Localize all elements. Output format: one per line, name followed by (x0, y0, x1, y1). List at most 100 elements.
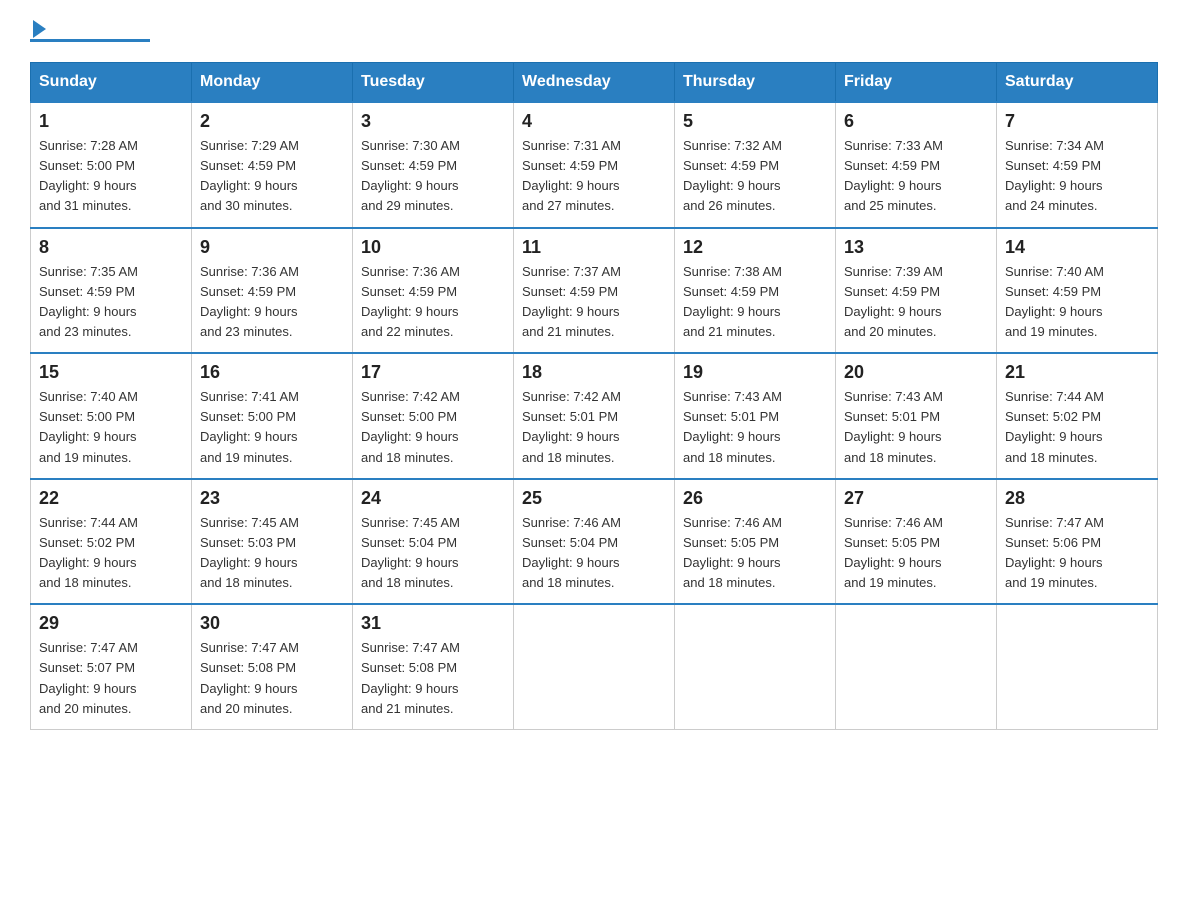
calendar-cell: 7 Sunrise: 7:34 AMSunset: 4:59 PMDayligh… (997, 102, 1158, 228)
calendar-table: SundayMondayTuesdayWednesdayThursdayFrid… (30, 62, 1158, 730)
day-number: 16 (200, 362, 344, 383)
day-info: Sunrise: 7:45 AMSunset: 5:03 PMDaylight:… (200, 513, 344, 594)
calendar-cell (836, 604, 997, 729)
calendar-cell: 13 Sunrise: 7:39 AMSunset: 4:59 PMDaylig… (836, 228, 997, 354)
day-number: 11 (522, 237, 666, 258)
day-info: Sunrise: 7:38 AMSunset: 4:59 PMDaylight:… (683, 262, 827, 343)
logo-triangle-icon (33, 20, 46, 38)
calendar-cell: 31 Sunrise: 7:47 AMSunset: 5:08 PMDaylig… (353, 604, 514, 729)
day-info: Sunrise: 7:40 AMSunset: 5:00 PMDaylight:… (39, 387, 183, 468)
col-header-friday: Friday (836, 63, 997, 103)
col-header-wednesday: Wednesday (514, 63, 675, 103)
day-info: Sunrise: 7:35 AMSunset: 4:59 PMDaylight:… (39, 262, 183, 343)
col-header-thursday: Thursday (675, 63, 836, 103)
day-number: 7 (1005, 111, 1149, 132)
day-info: Sunrise: 7:47 AMSunset: 5:06 PMDaylight:… (1005, 513, 1149, 594)
day-info: Sunrise: 7:44 AMSunset: 5:02 PMDaylight:… (39, 513, 183, 594)
calendar-week-row: 8 Sunrise: 7:35 AMSunset: 4:59 PMDayligh… (31, 228, 1158, 354)
calendar-week-row: 29 Sunrise: 7:47 AMSunset: 5:07 PMDaylig… (31, 604, 1158, 729)
day-number: 18 (522, 362, 666, 383)
day-number: 26 (683, 488, 827, 509)
day-number: 6 (844, 111, 988, 132)
day-number: 25 (522, 488, 666, 509)
calendar-cell: 6 Sunrise: 7:33 AMSunset: 4:59 PMDayligh… (836, 102, 997, 228)
logo (30, 20, 150, 42)
day-number: 27 (844, 488, 988, 509)
calendar-week-row: 1 Sunrise: 7:28 AMSunset: 5:00 PMDayligh… (31, 102, 1158, 228)
day-number: 19 (683, 362, 827, 383)
day-info: Sunrise: 7:36 AMSunset: 4:59 PMDaylight:… (200, 262, 344, 343)
calendar-cell: 14 Sunrise: 7:40 AMSunset: 4:59 PMDaylig… (997, 228, 1158, 354)
calendar-week-row: 15 Sunrise: 7:40 AMSunset: 5:00 PMDaylig… (31, 353, 1158, 479)
calendar-cell: 27 Sunrise: 7:46 AMSunset: 5:05 PMDaylig… (836, 479, 997, 605)
calendar-cell: 18 Sunrise: 7:42 AMSunset: 5:01 PMDaylig… (514, 353, 675, 479)
col-header-tuesday: Tuesday (353, 63, 514, 103)
calendar-cell: 25 Sunrise: 7:46 AMSunset: 5:04 PMDaylig… (514, 479, 675, 605)
day-number: 17 (361, 362, 505, 383)
day-info: Sunrise: 7:47 AMSunset: 5:08 PMDaylight:… (361, 638, 505, 719)
day-number: 8 (39, 237, 183, 258)
day-number: 4 (522, 111, 666, 132)
calendar-cell: 10 Sunrise: 7:36 AMSunset: 4:59 PMDaylig… (353, 228, 514, 354)
day-number: 10 (361, 237, 505, 258)
day-info: Sunrise: 7:29 AMSunset: 4:59 PMDaylight:… (200, 136, 344, 217)
calendar-cell (514, 604, 675, 729)
col-header-sunday: Sunday (31, 63, 192, 103)
day-info: Sunrise: 7:34 AMSunset: 4:59 PMDaylight:… (1005, 136, 1149, 217)
day-info: Sunrise: 7:46 AMSunset: 5:05 PMDaylight:… (844, 513, 988, 594)
calendar-cell: 15 Sunrise: 7:40 AMSunset: 5:00 PMDaylig… (31, 353, 192, 479)
calendar-cell: 21 Sunrise: 7:44 AMSunset: 5:02 PMDaylig… (997, 353, 1158, 479)
day-info: Sunrise: 7:39 AMSunset: 4:59 PMDaylight:… (844, 262, 988, 343)
day-info: Sunrise: 7:42 AMSunset: 5:01 PMDaylight:… (522, 387, 666, 468)
day-info: Sunrise: 7:46 AMSunset: 5:05 PMDaylight:… (683, 513, 827, 594)
day-number: 13 (844, 237, 988, 258)
calendar-cell: 11 Sunrise: 7:37 AMSunset: 4:59 PMDaylig… (514, 228, 675, 354)
calendar-cell: 1 Sunrise: 7:28 AMSunset: 5:00 PMDayligh… (31, 102, 192, 228)
day-number: 22 (39, 488, 183, 509)
calendar-cell (675, 604, 836, 729)
calendar-cell: 17 Sunrise: 7:42 AMSunset: 5:00 PMDaylig… (353, 353, 514, 479)
day-info: Sunrise: 7:33 AMSunset: 4:59 PMDaylight:… (844, 136, 988, 217)
page-header (30, 20, 1158, 42)
day-number: 12 (683, 237, 827, 258)
calendar-cell: 8 Sunrise: 7:35 AMSunset: 4:59 PMDayligh… (31, 228, 192, 354)
day-info: Sunrise: 7:37 AMSunset: 4:59 PMDaylight:… (522, 262, 666, 343)
day-number: 23 (200, 488, 344, 509)
day-info: Sunrise: 7:43 AMSunset: 5:01 PMDaylight:… (844, 387, 988, 468)
calendar-cell: 9 Sunrise: 7:36 AMSunset: 4:59 PMDayligh… (192, 228, 353, 354)
calendar-cell: 28 Sunrise: 7:47 AMSunset: 5:06 PMDaylig… (997, 479, 1158, 605)
calendar-cell: 24 Sunrise: 7:45 AMSunset: 5:04 PMDaylig… (353, 479, 514, 605)
day-number: 2 (200, 111, 344, 132)
calendar-cell: 26 Sunrise: 7:46 AMSunset: 5:05 PMDaylig… (675, 479, 836, 605)
col-header-monday: Monday (192, 63, 353, 103)
logo-underline (30, 39, 150, 42)
day-number: 24 (361, 488, 505, 509)
calendar-cell: 22 Sunrise: 7:44 AMSunset: 5:02 PMDaylig… (31, 479, 192, 605)
day-number: 31 (361, 613, 505, 634)
day-info: Sunrise: 7:47 AMSunset: 5:08 PMDaylight:… (200, 638, 344, 719)
day-info: Sunrise: 7:40 AMSunset: 4:59 PMDaylight:… (1005, 262, 1149, 343)
day-number: 9 (200, 237, 344, 258)
day-info: Sunrise: 7:46 AMSunset: 5:04 PMDaylight:… (522, 513, 666, 594)
calendar-cell: 30 Sunrise: 7:47 AMSunset: 5:08 PMDaylig… (192, 604, 353, 729)
day-info: Sunrise: 7:43 AMSunset: 5:01 PMDaylight:… (683, 387, 827, 468)
day-number: 3 (361, 111, 505, 132)
day-info: Sunrise: 7:47 AMSunset: 5:07 PMDaylight:… (39, 638, 183, 719)
calendar-cell (997, 604, 1158, 729)
day-info: Sunrise: 7:41 AMSunset: 5:00 PMDaylight:… (200, 387, 344, 468)
day-number: 30 (200, 613, 344, 634)
calendar-cell: 4 Sunrise: 7:31 AMSunset: 4:59 PMDayligh… (514, 102, 675, 228)
calendar-week-row: 22 Sunrise: 7:44 AMSunset: 5:02 PMDaylig… (31, 479, 1158, 605)
day-number: 15 (39, 362, 183, 383)
day-info: Sunrise: 7:30 AMSunset: 4:59 PMDaylight:… (361, 136, 505, 217)
day-info: Sunrise: 7:36 AMSunset: 4:59 PMDaylight:… (361, 262, 505, 343)
day-number: 28 (1005, 488, 1149, 509)
calendar-cell: 20 Sunrise: 7:43 AMSunset: 5:01 PMDaylig… (836, 353, 997, 479)
day-number: 29 (39, 613, 183, 634)
day-info: Sunrise: 7:32 AMSunset: 4:59 PMDaylight:… (683, 136, 827, 217)
calendar-header-row: SundayMondayTuesdayWednesdayThursdayFrid… (31, 63, 1158, 103)
calendar-cell: 16 Sunrise: 7:41 AMSunset: 5:00 PMDaylig… (192, 353, 353, 479)
day-info: Sunrise: 7:31 AMSunset: 4:59 PMDaylight:… (522, 136, 666, 217)
col-header-saturday: Saturday (997, 63, 1158, 103)
calendar-cell: 2 Sunrise: 7:29 AMSunset: 4:59 PMDayligh… (192, 102, 353, 228)
